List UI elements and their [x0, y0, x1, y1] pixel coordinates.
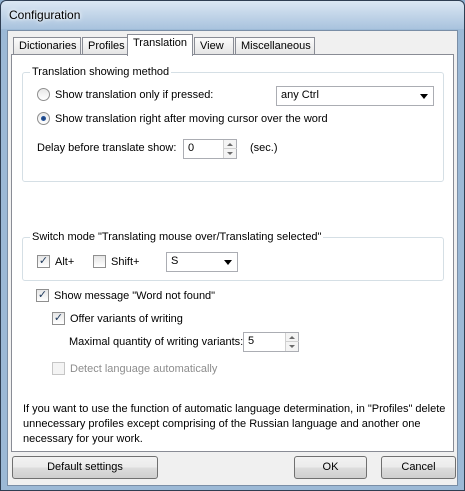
title-bar[interactable]: Configuration — [1, 1, 464, 29]
tab-profiles[interactable]: Profiles — [82, 37, 128, 55]
max-variants-value: 5 — [248, 335, 255, 347]
default-settings-button[interactable]: Default settings — [12, 456, 158, 479]
checkmark-icon: ✓ — [36, 289, 49, 302]
checkbox-alt-label: Alt+ — [55, 255, 75, 268]
radio-show-immediately[interactable]: Show translation right after moving curs… — [37, 112, 328, 125]
window-title: Configuration — [9, 8, 81, 22]
cancel-button[interactable]: Cancel — [381, 456, 456, 479]
checkbox-detect-language[interactable]: Detect language automatically — [52, 362, 217, 375]
max-variants-label: Maximal quantity of writing variants: — [69, 336, 244, 348]
translation-method-group: Translation showing method Show translat… — [22, 66, 444, 182]
checkbox-alt[interactable]: ✓ Alt+ — [37, 255, 74, 268]
info-text: If you want to use the function of autom… — [23, 403, 446, 445]
radio-show-if-pressed-label: Show translation only if pressed: — [55, 88, 214, 101]
radio-show-if-pressed[interactable]: Show translation only if pressed: — [37, 88, 213, 101]
ok-button[interactable]: OK — [294, 456, 367, 479]
configuration-window: Configuration Dictionaries Profiles Tran… — [0, 0, 465, 491]
delay-unit: (sec.) — [250, 142, 278, 154]
chevron-down-icon — [224, 260, 232, 265]
key-combo-select[interactable]: any Ctrl — [276, 86, 434, 106]
delay-label: Delay before translate show: — [37, 142, 177, 154]
checkbox-offer-variants-label: Offer variants of writing — [70, 312, 183, 325]
checkbox-empty-icon — [93, 255, 106, 268]
switch-key-select[interactable]: S — [166, 252, 238, 272]
radio-selected-icon — [37, 112, 50, 125]
switch-key-value: S — [171, 255, 179, 267]
max-variants-spinner[interactable]: 5 — [243, 332, 299, 352]
spin-up-icon[interactable] — [286, 333, 299, 342]
translation-method-legend: Translation showing method — [30, 66, 172, 78]
checkbox-show-not-found-label: Show message "Word not found" — [54, 289, 216, 302]
checkbox-offer-variants[interactable]: ✓ Offer variants of writing — [52, 312, 183, 325]
switch-mode-group: Switch mode "Translating mouse over/Tran… — [22, 231, 444, 281]
checkbox-disabled-icon — [52, 362, 65, 375]
spin-up-icon[interactable] — [224, 140, 237, 149]
checkbox-shift-label: Shift+ — [111, 255, 140, 268]
delay-spin-buttons — [223, 140, 237, 158]
chevron-down-icon — [420, 94, 428, 99]
checkbox-show-not-found[interactable]: ✓ Show message "Word not found" — [36, 289, 215, 302]
checkmark-icon: ✓ — [37, 255, 50, 268]
tab-dictionaries[interactable]: Dictionaries — [13, 37, 81, 55]
delay-spinner[interactable]: 0 — [183, 139, 237, 159]
spin-down-icon[interactable] — [286, 342, 299, 351]
dialog-client-area: Dictionaries Profiles Translation View M… — [7, 30, 458, 486]
checkbox-shift[interactable]: Shift+ — [93, 255, 139, 268]
tab-miscellaneous[interactable]: Miscellaneous — [235, 37, 315, 55]
max-variants-spin-buttons — [285, 333, 299, 351]
tab-view[interactable]: View — [194, 37, 234, 55]
switch-mode-legend: Switch mode "Translating mouse over/Tran… — [30, 231, 324, 243]
spin-down-icon[interactable] — [224, 149, 237, 158]
radio-show-immediately-label: Show translation right after moving curs… — [55, 112, 328, 125]
tab-translation[interactable]: Translation — [127, 34, 193, 56]
translation-tab-panel: Translation showing method Show translat… — [11, 54, 454, 452]
checkmark-icon: ✓ — [52, 312, 65, 325]
key-combo-value: any Ctrl — [281, 89, 319, 101]
delay-value: 0 — [188, 142, 195, 154]
checkbox-detect-language-label: Detect language automatically — [70, 362, 218, 375]
radio-icon — [37, 88, 50, 101]
